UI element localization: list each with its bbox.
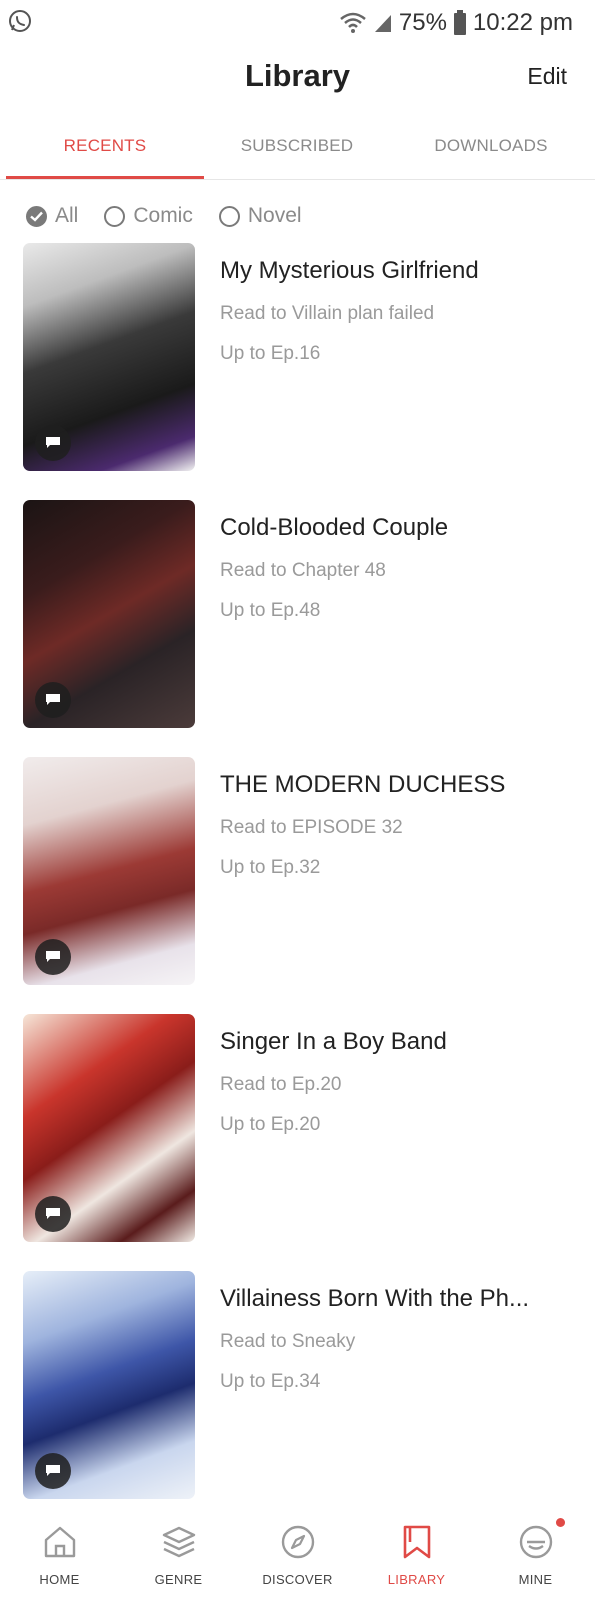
- item-latest-episode: Up to Ep.32: [220, 857, 321, 878]
- edit-button[interactable]: Edit: [527, 63, 567, 90]
- filter-all[interactable]: All: [26, 204, 78, 228]
- cover-image[interactable]: [23, 1271, 195, 1499]
- bookmark-icon: [403, 1525, 431, 1559]
- filter-comic[interactable]: Comic: [104, 204, 193, 228]
- filter-all-label: All: [55, 204, 79, 227]
- nav-mine-label: MINE: [518, 1572, 553, 1587]
- cover-image[interactable]: [23, 757, 195, 985]
- item-title: THE MODERN DUCHESS: [220, 771, 506, 798]
- item-latest-episode: Up to Ep.34: [220, 1371, 321, 1392]
- item-read-progress: Read to Villain plan failed: [220, 303, 435, 324]
- bottom-nav: HOME GENRE DISCOVER LIBRARY MINE: [0, 1514, 595, 1600]
- clock: 10:22 pm: [472, 9, 573, 36]
- tab-recents[interactable]: RECENTS: [6, 126, 204, 180]
- wifi-icon: [340, 12, 366, 33]
- home-icon: [44, 1526, 76, 1558]
- item-latest-episode: Up to Ep.16: [220, 343, 321, 364]
- tab-bar: RECENTS SUBSCRIBED DOWNLOADS: [0, 126, 595, 180]
- list-item[interactable]: Singer In a Boy Band Read to Ep.20 Up to…: [0, 1014, 595, 1242]
- item-title: Villainess Born With the Ph...: [220, 1285, 530, 1312]
- nav-genre-label: GENRE: [154, 1572, 203, 1587]
- filter-novel[interactable]: Novel: [218, 204, 302, 228]
- nav-home[interactable]: HOME: [0, 1514, 119, 1600]
- radio-icon: [104, 205, 126, 227]
- item-read-progress: Read to EPISODE 32: [220, 817, 403, 838]
- active-tab-indicator: [6, 176, 204, 179]
- comment-icon: [35, 425, 71, 461]
- nav-genre[interactable]: GENRE: [119, 1514, 238, 1600]
- comment-icon: [35, 682, 71, 718]
- nav-mine[interactable]: MINE: [476, 1514, 595, 1600]
- notification-dot: [556, 1518, 565, 1527]
- cover-image[interactable]: [23, 243, 195, 471]
- check-icon: [26, 205, 47, 227]
- nav-discover[interactable]: DISCOVER: [238, 1514, 357, 1600]
- layers-icon: [162, 1526, 196, 1558]
- header: Library Edit: [0, 46, 595, 126]
- tab-subscribed[interactable]: SUBSCRIBED: [198, 126, 396, 180]
- filter-novel-label: Novel: [247, 204, 302, 227]
- nav-home-label: HOME: [39, 1572, 80, 1587]
- profile-icon: [519, 1525, 553, 1559]
- battery-percent: 75%: [398, 9, 447, 36]
- cover-image[interactable]: [23, 1014, 195, 1242]
- list-item[interactable]: My Mysterious Girlfriend Read to Villain…: [0, 243, 595, 471]
- item-read-progress: Read to Ep.20: [220, 1074, 342, 1095]
- comment-icon: [35, 1453, 71, 1489]
- status-bar: 75% 10:22 pm: [0, 0, 595, 46]
- page-title: Library: [244, 58, 351, 93]
- item-title: Cold-Blooded Couple: [220, 514, 449, 541]
- item-latest-episode: Up to Ep.20: [220, 1114, 321, 1135]
- filter-group: All Comic Novel: [26, 200, 302, 232]
- item-read-progress: Read to Sneaky: [220, 1331, 356, 1352]
- radio-icon: [218, 205, 240, 227]
- list-item[interactable]: Villainess Born With the Ph... Read to S…: [0, 1271, 595, 1499]
- battery-icon: [453, 10, 466, 35]
- whatsapp-icon: [9, 10, 31, 32]
- cover-image[interactable]: [23, 500, 195, 728]
- signal-icon: [374, 15, 391, 32]
- item-title: Singer In a Boy Band: [220, 1028, 447, 1055]
- item-latest-episode: Up to Ep.48: [220, 600, 321, 621]
- compass-icon: [281, 1525, 315, 1559]
- tab-downloads[interactable]: DOWNLOADS: [392, 126, 590, 180]
- filter-comic-label: Comic: [133, 204, 193, 227]
- item-read-progress: Read to Chapter 48: [220, 560, 386, 581]
- item-title: My Mysterious Girlfriend: [220, 257, 479, 284]
- list-item[interactable]: THE MODERN DUCHESS Read to EPISODE 32 Up…: [0, 757, 595, 985]
- nav-library-label: LIBRARY: [387, 1572, 446, 1587]
- list-item[interactable]: Cold-Blooded Couple Read to Chapter 48 U…: [0, 500, 595, 728]
- nav-library[interactable]: LIBRARY: [357, 1514, 476, 1600]
- comment-icon: [35, 1196, 71, 1232]
- comment-icon: [35, 939, 71, 975]
- nav-discover-label: DISCOVER: [262, 1572, 333, 1587]
